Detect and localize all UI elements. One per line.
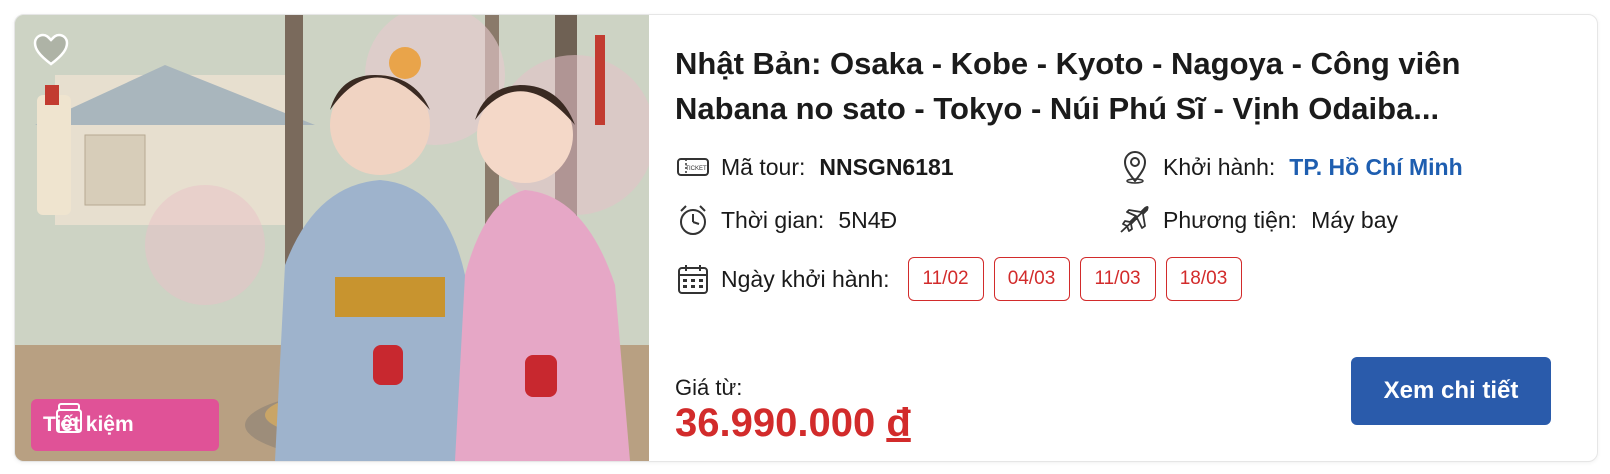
svg-text:TICKET: TICKET <box>685 166 707 172</box>
date-chip[interactable]: 11/02 <box>907 257 984 301</box>
favorite-heart-icon[interactable] <box>33 33 69 67</box>
tour-info: Nhật Bản: Osaka - Kobe - Kyoto - Nagoya … <box>675 15 1597 461</box>
departure-label: Khởi hành: <box>1163 153 1276 180</box>
transport-row: Phương tiện: Máy bay <box>1117 202 1398 238</box>
departure-dates-row: Ngày khởi hành: 11/02 04/03 11/03 18/03 <box>675 257 1252 301</box>
map-pin-icon <box>1123 151 1147 184</box>
calendar-icon <box>678 265 708 294</box>
tour-photo[interactable]: Tiết kiệm <box>15 15 649 461</box>
departure-row: Khởi hành: TP. Hồ Chí Minh <box>1117 149 1463 185</box>
date-chip[interactable]: 11/03 <box>1079 257 1156 301</box>
tour-title[interactable]: Nhật Bản: Osaka - Kobe - Kyoto - Nagoya … <box>675 41 1535 131</box>
airplane-icon <box>1120 205 1149 233</box>
view-details-button[interactable]: Xem chi tiết <box>1351 357 1551 425</box>
piggy-jar-icon <box>56 403 82 433</box>
tour-photo-illustration <box>15 15 649 461</box>
tour-code-label: Mã tour: <box>721 153 806 180</box>
tour-card: Tiết kiệm Nhật Bản: Osaka - Kobe - Kyoto… <box>14 14 1598 462</box>
transport-value: Máy bay <box>1311 206 1398 233</box>
transport-label: Phương tiện: <box>1163 206 1298 233</box>
duration-label: Thời gian: <box>721 206 825 233</box>
price-value: 36.990.000 <box>675 401 876 445</box>
departure-value[interactable]: TP. Hồ Chí Minh <box>1289 154 1462 181</box>
savings-badge[interactable]: Tiết kiệm <box>31 399 219 451</box>
date-chip[interactable]: 18/03 <box>1165 257 1242 301</box>
price-currency: đ <box>886 401 911 445</box>
tour-code-row: TICKET Mã tour: NNSGN6181 <box>675 149 954 185</box>
duration-value: 5N4Đ <box>838 206 898 233</box>
date-chip[interactable]: 04/03 <box>993 257 1070 301</box>
alarm-clock-icon <box>680 205 706 235</box>
ticket-icon: TICKET <box>677 158 709 176</box>
price-label: Giá từ: <box>675 375 743 400</box>
departure-dates-label: Ngày khởi hành: <box>721 265 890 292</box>
duration-row: Thời gian: 5N4Đ <box>675 202 897 238</box>
tour-code-value: NNSGN6181 <box>819 153 954 180</box>
price-display: 36.990.000 đ <box>675 401 911 446</box>
